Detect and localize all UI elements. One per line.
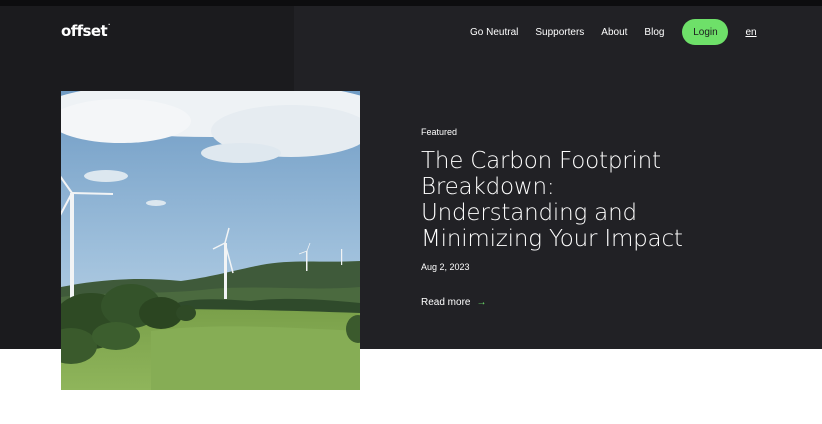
login-button[interactable]: Login <box>682 19 729 45</box>
logo[interactable]: offset. <box>61 20 110 40</box>
featured-image[interactable] <box>61 91 360 390</box>
nav-link-about[interactable]: About <box>601 27 627 38</box>
read-more-label: Read more <box>421 297 471 308</box>
article-date: Aug 2, 2023 <box>421 262 470 272</box>
logo-mark: . <box>108 20 110 27</box>
main-nav: Go Neutral Supporters About Blog Login e… <box>470 19 757 45</box>
language-selector[interactable]: en <box>745 27 756 38</box>
nav-link-go-neutral[interactable]: Go Neutral <box>470 27 518 38</box>
featured-label: Featured <box>421 127 458 137</box>
article-title[interactable]: The Carbon Footprint Breakdown: Understa… <box>421 148 721 252</box>
wind-turbine-landscape <box>61 91 360 390</box>
nav-link-supporters[interactable]: Supporters <box>535 27 584 38</box>
arrow-right-icon: → <box>476 297 487 308</box>
logo-text: offset <box>61 22 108 40</box>
nav-link-blog[interactable]: Blog <box>644 27 664 38</box>
read-more-link[interactable]: Read more → <box>421 297 486 308</box>
